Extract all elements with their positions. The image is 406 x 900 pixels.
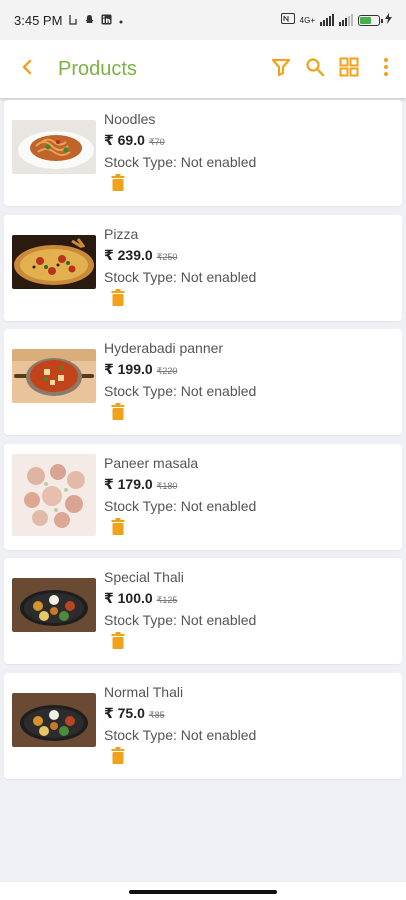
search-button[interactable] xyxy=(298,40,332,98)
product-name: Hyderabadi panner xyxy=(104,340,224,357)
product-price: ₹ 239.0 xyxy=(104,246,153,263)
product-price: ₹ 100.0 xyxy=(104,590,153,607)
stock-type: Stock Type: Not enabled xyxy=(104,154,257,170)
status-bar: 3:45 PM 4G+ xyxy=(0,0,406,40)
product-price: ₹ 199.0 xyxy=(104,361,153,378)
product-card[interactable]: Hyderabadi panner ₹ 199.0 ₹220 Stock Typ… xyxy=(4,329,402,436)
product-mrp: ₹180 xyxy=(156,480,178,491)
product-price: ₹ 179.0 xyxy=(104,475,153,492)
delete-button[interactable] xyxy=(108,288,128,311)
stock-type: Stock Type: Not enabled xyxy=(104,383,257,400)
network-type: 4G+ xyxy=(299,15,315,25)
paneer-masala-image xyxy=(12,453,96,536)
hyderabadi-panner-image xyxy=(12,349,96,404)
back-button[interactable] xyxy=(0,40,54,98)
product-mrp: ₹220 xyxy=(156,366,178,377)
product-card[interactable]: Normal Thali ₹ 75.0 ₹85 Stock Type: Not … xyxy=(4,672,402,779)
trash-icon xyxy=(111,288,125,311)
delete-button[interactable] xyxy=(108,746,128,769)
charging-icon xyxy=(385,13,392,27)
sync-icon xyxy=(68,13,78,28)
stock-type: Stock Type: Not enabled xyxy=(104,612,257,629)
delete-button[interactable] xyxy=(108,403,128,425)
stock-type: Stock Type: Not enabled xyxy=(104,268,257,285)
delete-button[interactable] xyxy=(108,517,128,540)
product-card[interactable]: Pizza ₹ 239.0 ₹250 Stock Type: Not enabl… xyxy=(4,214,402,321)
app-bar: Products xyxy=(0,40,406,98)
trash-icon xyxy=(111,746,125,769)
special-thali-image xyxy=(12,578,96,633)
linkedin-icon xyxy=(101,13,112,28)
product-mrp: ₹250 xyxy=(156,251,178,262)
noodles-image xyxy=(12,120,96,174)
more-vertical-icon xyxy=(383,57,389,82)
product-price: ₹ 75.0 xyxy=(104,704,145,721)
search-icon xyxy=(305,57,325,82)
home-indicator[interactable] xyxy=(129,890,277,894)
grid-view-button[interactable] xyxy=(332,40,366,98)
filter-button[interactable] xyxy=(264,40,298,98)
product-price: ₹ 69.0 xyxy=(104,132,145,148)
normal-thali-image xyxy=(12,692,96,747)
filter-icon xyxy=(271,57,291,82)
status-time: 3:45 PM xyxy=(14,12,63,28)
product-mrp: ₹85 xyxy=(148,709,165,720)
delete-button[interactable] xyxy=(108,174,128,196)
trash-icon xyxy=(111,517,125,540)
product-name: Special Thali xyxy=(104,569,184,586)
product-name: Normal Thali xyxy=(104,683,184,700)
trash-icon xyxy=(111,403,125,425)
dot-icon xyxy=(118,13,124,28)
product-card[interactable]: Paneer masala ₹ 179.0 ₹180 Stock Type: N… xyxy=(4,443,402,550)
signal-icon xyxy=(320,14,334,26)
product-mrp: ₹125 xyxy=(156,595,178,606)
stock-type: Stock Type: Not enabled xyxy=(104,497,257,514)
product-name: Paneer masala xyxy=(104,454,199,471)
product-card[interactable]: Noodles ₹ 69.0 ₹70 Stock Type: Not enabl… xyxy=(4,100,402,206)
product-mrp: ₹70 xyxy=(148,137,165,147)
pizza-image xyxy=(12,234,96,289)
battery-icon xyxy=(358,14,383,26)
product-name: Noodles xyxy=(104,111,156,127)
chevron-left-icon xyxy=(21,58,33,81)
product-list: Noodles ₹ 69.0 ₹70 Stock Type: Not enabl… xyxy=(4,100,402,788)
more-options-button[interactable] xyxy=(366,40,406,98)
signal-icon-2 xyxy=(339,14,353,26)
trash-icon xyxy=(111,632,125,654)
product-name: Pizza xyxy=(104,225,139,242)
nfc-icon xyxy=(280,13,295,27)
page-title: Products xyxy=(58,57,137,80)
product-card[interactable]: Special Thali ₹ 100.0 ₹125 Stock Type: N… xyxy=(4,558,402,665)
trash-icon xyxy=(111,174,125,196)
snapchat-icon xyxy=(84,13,95,28)
grid-icon xyxy=(339,57,359,82)
delete-button[interactable] xyxy=(108,632,128,654)
stock-type: Stock Type: Not enabled xyxy=(104,726,257,743)
